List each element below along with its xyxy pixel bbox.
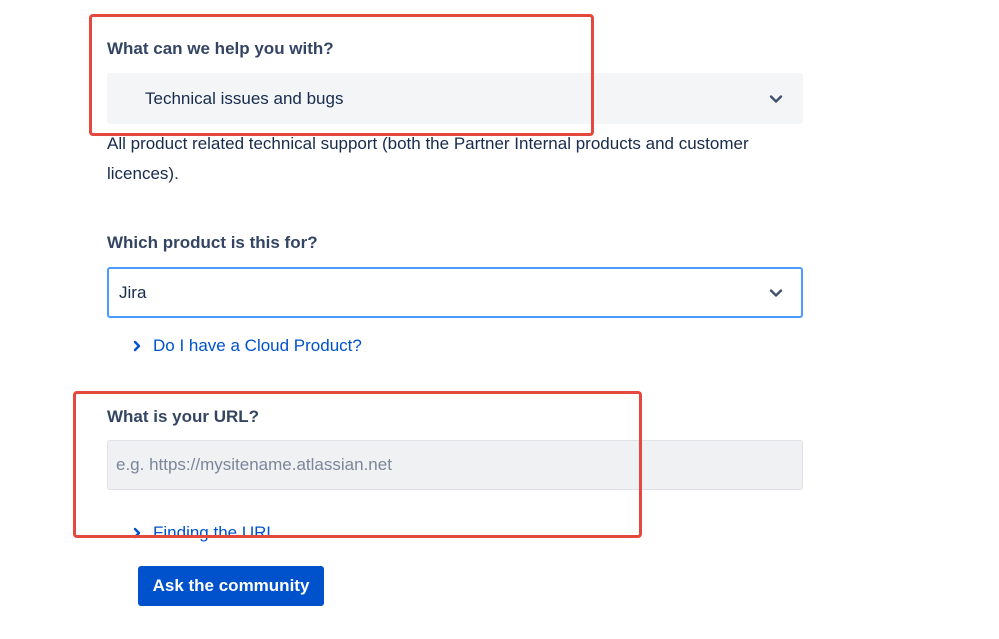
product-selected-value: Jira: [119, 282, 147, 302]
product-select[interactable]: Jira: [107, 267, 803, 318]
finding-url-help-text: Finding the URL: [153, 523, 276, 542]
chevron-down-icon: [769, 288, 783, 297]
support-request-form: What can we help you with? Technical iss…: [0, 0, 999, 639]
help-topic-label: What can we help you with?: [107, 39, 334, 58]
ask-community-button[interactable]: Ask the community: [138, 566, 324, 606]
help-topic-select[interactable]: Technical issues and bugs: [107, 73, 803, 124]
cloud-product-help-link[interactable]: Do I have a Cloud Product?: [132, 336, 362, 356]
chevron-down-icon: [769, 94, 783, 103]
cloud-product-help-text: Do I have a Cloud Product?: [153, 336, 362, 355]
help-topic-description: All product related technical support (b…: [107, 134, 749, 183]
product-label: Which product is this for?: [107, 233, 318, 252]
chevron-right-icon: [133, 527, 141, 539]
help-topic-selected-value: Technical issues and bugs: [145, 88, 344, 108]
chevron-right-icon: [133, 340, 141, 352]
url-label: What is your URL?: [107, 407, 260, 426]
url-input[interactable]: [107, 440, 803, 490]
finding-url-help-link[interactable]: Finding the URL: [132, 523, 276, 543]
